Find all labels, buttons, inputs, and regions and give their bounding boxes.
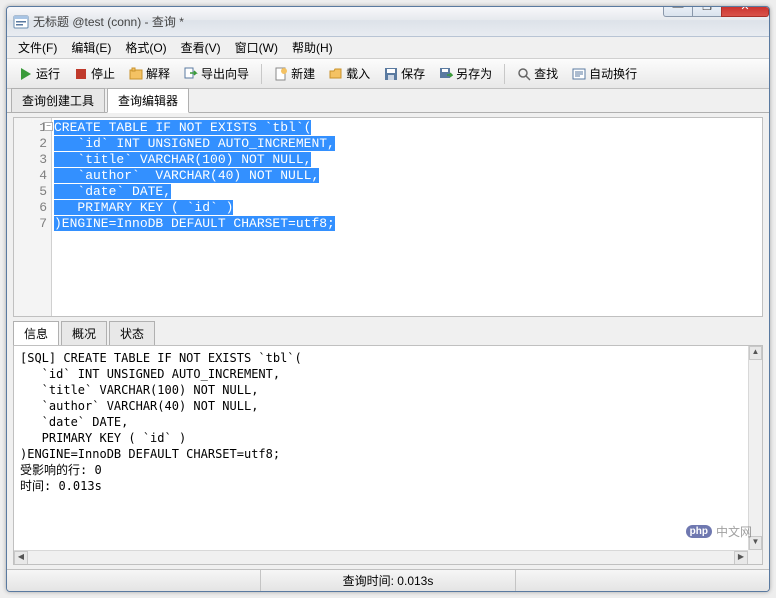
menu-view[interactable]: 查看(V) bbox=[174, 37, 228, 58]
code-line: `author` VARCHAR(40) NOT NULL, bbox=[54, 168, 319, 183]
stop-button[interactable]: 停止 bbox=[68, 62, 121, 86]
line-number: 5 bbox=[14, 184, 47, 200]
code-line: CREATE TABLE IF NOT EXISTS `tbl`( bbox=[54, 120, 311, 135]
save-as-icon bbox=[439, 67, 453, 81]
menu-help[interactable]: 帮助(H) bbox=[285, 37, 340, 58]
result-line: )ENGINE=InnoDB DEFAULT CHARSET=utf8; bbox=[20, 447, 280, 461]
result-line: 受影响的行: 0 bbox=[20, 463, 102, 477]
window-title: 无标题 @test (conn) - 查询 * bbox=[33, 13, 184, 30]
stop-icon bbox=[74, 67, 88, 81]
wrap-label: 自动换行 bbox=[589, 65, 637, 82]
explain-label: 解释 bbox=[146, 65, 170, 82]
folder-open-icon bbox=[329, 67, 343, 81]
toolbar-separator bbox=[261, 64, 262, 84]
load-button[interactable]: 载入 bbox=[323, 62, 376, 86]
result-line: `title` VARCHAR(100) NOT NULL, bbox=[20, 383, 258, 397]
status-query-time: 查询时间: 0.013s bbox=[261, 570, 515, 591]
menu-window[interactable]: 窗口(W) bbox=[228, 37, 285, 58]
vertical-scrollbar[interactable]: ▲ ▼ bbox=[748, 346, 762, 550]
find-label: 查找 bbox=[534, 65, 558, 82]
horizontal-scrollbar[interactable]: ◀ ▶ bbox=[14, 550, 748, 564]
save-button[interactable]: 保存 bbox=[378, 62, 431, 86]
menu-format[interactable]: 格式(O) bbox=[118, 37, 173, 58]
code-line: `title` VARCHAR(100) NOT NULL, bbox=[54, 152, 311, 167]
menu-file[interactable]: 文件(F) bbox=[11, 37, 64, 58]
scroll-left-icon[interactable]: ◀ bbox=[14, 551, 28, 565]
scroll-right-icon[interactable]: ▶ bbox=[734, 551, 748, 565]
saveas-label: 另存为 bbox=[456, 65, 492, 82]
watermark-text: 中文网 bbox=[716, 523, 752, 540]
scroll-corner bbox=[748, 550, 762, 564]
result-line: `author` VARCHAR(40) NOT NULL, bbox=[20, 399, 258, 413]
code-content[interactable]: CREATE TABLE IF NOT EXISTS `tbl`( `id` I… bbox=[52, 118, 762, 316]
tab-query-builder[interactable]: 查询创建工具 bbox=[11, 88, 105, 112]
close-button[interactable]: ✕ bbox=[721, 6, 769, 17]
new-button[interactable]: 新建 bbox=[268, 62, 321, 86]
wrap-button[interactable]: 自动换行 bbox=[566, 62, 643, 86]
code-line: )ENGINE=InnoDB DEFAULT CHARSET=utf8; bbox=[54, 216, 335, 231]
tab-info[interactable]: 信息 bbox=[13, 321, 59, 346]
result-line: PRIMARY KEY ( `id` ) bbox=[20, 431, 186, 445]
maximize-button[interactable]: ❐ bbox=[692, 6, 722, 17]
result-line: [SQL] CREATE TABLE IF NOT EXISTS `tbl`( bbox=[20, 351, 302, 365]
code-editor[interactable]: − 1 2 3 4 5 6 7 CREATE TABLE IF NOT EXIS… bbox=[13, 117, 763, 317]
watermark-badge: php bbox=[686, 525, 712, 538]
result-line: `id` INT UNSIGNED AUTO_INCREMENT, bbox=[20, 367, 280, 381]
statusbar: 查询时间: 0.013s bbox=[7, 569, 769, 591]
saveas-button[interactable]: 另存为 bbox=[433, 62, 498, 86]
tab-profile[interactable]: 概况 bbox=[61, 321, 107, 345]
line-number: 2 bbox=[14, 136, 47, 152]
status-cell-right bbox=[516, 570, 769, 591]
toolbar-separator bbox=[504, 64, 505, 84]
fold-toggle-icon[interactable]: − bbox=[44, 122, 53, 131]
find-button[interactable]: 查找 bbox=[511, 62, 564, 86]
menu-edit[interactable]: 编辑(E) bbox=[64, 37, 118, 58]
minimize-button[interactable]: — bbox=[663, 6, 693, 17]
code-line: PRIMARY KEY ( `id` ) bbox=[54, 200, 233, 215]
explain-button[interactable]: 解释 bbox=[123, 62, 176, 86]
wrap-icon bbox=[572, 67, 586, 81]
menubar: 文件(F) 编辑(E) 格式(O) 查看(V) 窗口(W) 帮助(H) bbox=[7, 37, 769, 59]
line-number: 7 bbox=[14, 216, 47, 232]
run-button[interactable]: 运行 bbox=[13, 62, 66, 86]
window-controls: — ❐ ✕ bbox=[664, 6, 769, 17]
code-line: `date` DATE, bbox=[54, 184, 171, 199]
code-line: `id` INT UNSIGNED AUTO_INCREMENT, bbox=[54, 136, 335, 151]
line-number: 3 bbox=[14, 152, 47, 168]
watermark: php 中文网 bbox=[686, 523, 752, 540]
result-line: `date` DATE, bbox=[20, 415, 128, 429]
titlebar[interactable]: 无标题 @test (conn) - 查询 * — ❐ ✕ bbox=[7, 7, 769, 37]
scroll-up-icon[interactable]: ▲ bbox=[749, 346, 762, 360]
export-label: 导出向导 bbox=[201, 65, 249, 82]
result-tabs: 信息 概况 状态 bbox=[7, 323, 769, 345]
result-line: 时间: 0.013s bbox=[20, 479, 102, 493]
export-button[interactable]: 导出向导 bbox=[178, 62, 255, 86]
app-window: 无标题 @test (conn) - 查询 * — ❐ ✕ 文件(F) 编辑(E… bbox=[6, 6, 770, 592]
run-label: 运行 bbox=[36, 65, 60, 82]
tab-query-editor[interactable]: 查询编辑器 bbox=[107, 88, 189, 113]
editor-tabs: 查询创建工具 查询编辑器 bbox=[7, 89, 769, 113]
load-label: 载入 bbox=[346, 65, 370, 82]
play-icon bbox=[19, 67, 33, 81]
stop-label: 停止 bbox=[91, 65, 115, 82]
export-icon bbox=[184, 67, 198, 81]
toolbar: 运行 停止 解释 导出向导 新建 载入 保存 另存为 bbox=[7, 59, 769, 89]
tab-status[interactable]: 状态 bbox=[109, 321, 155, 345]
line-number: 6 bbox=[14, 200, 47, 216]
explain-icon bbox=[129, 67, 143, 81]
result-pane: [SQL] CREATE TABLE IF NOT EXISTS `tbl`( … bbox=[13, 345, 763, 565]
save-label: 保存 bbox=[401, 65, 425, 82]
new-icon bbox=[274, 67, 288, 81]
save-icon bbox=[384, 67, 398, 81]
line-number: 1 bbox=[14, 120, 47, 136]
result-text[interactable]: [SQL] CREATE TABLE IF NOT EXISTS `tbl`( … bbox=[14, 346, 762, 564]
line-gutter: − 1 2 3 4 5 6 7 bbox=[14, 118, 52, 316]
line-number: 4 bbox=[14, 168, 47, 184]
new-label: 新建 bbox=[291, 65, 315, 82]
search-icon bbox=[517, 67, 531, 81]
status-cell-left bbox=[7, 570, 261, 591]
app-icon bbox=[13, 14, 29, 30]
